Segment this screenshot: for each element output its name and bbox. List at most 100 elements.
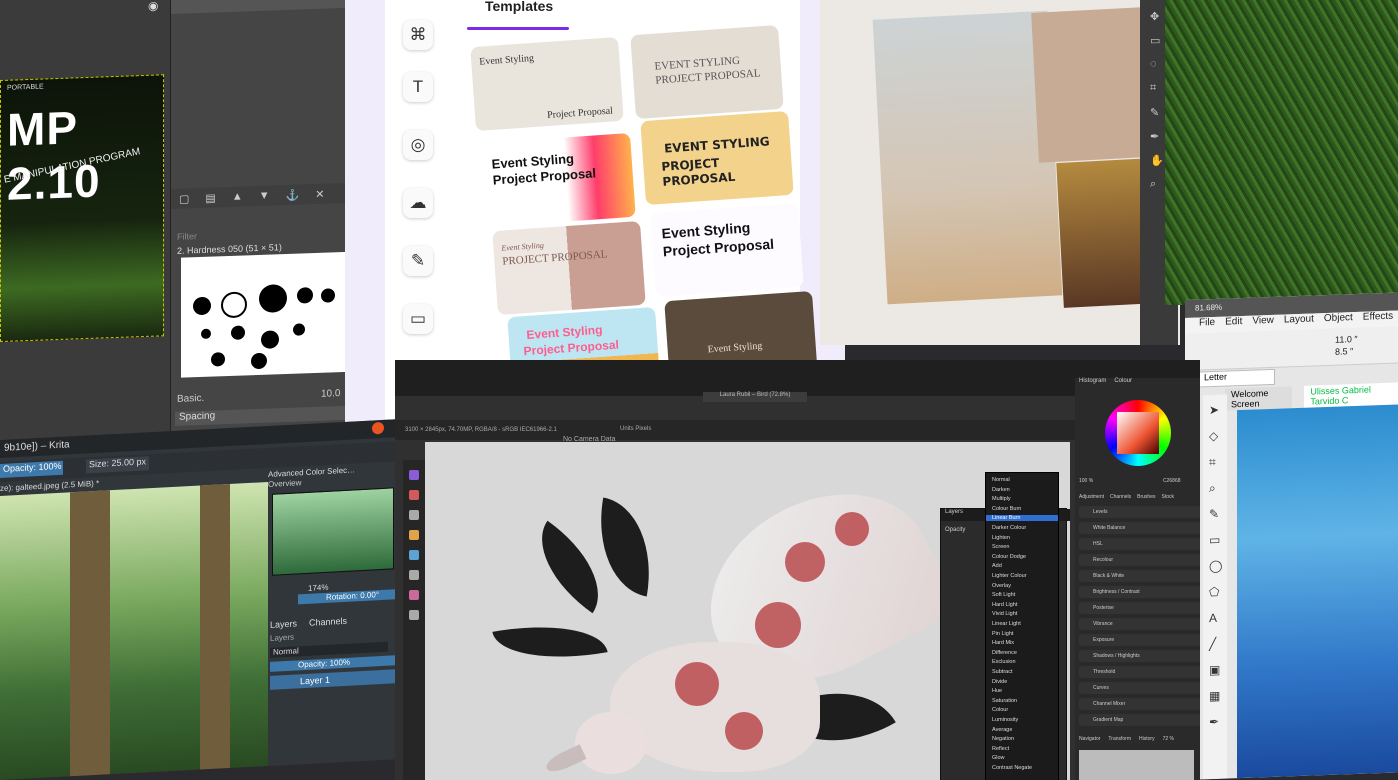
template-card[interactable]: Event Styling Project Proposal xyxy=(650,202,804,298)
document-canvas[interactable] xyxy=(1237,404,1398,779)
page-height[interactable]: 8.5 ″ xyxy=(1335,346,1353,357)
blend-mode-item[interactable]: Vivid Light xyxy=(992,611,1017,617)
adjustment-item[interactable]: Threshold xyxy=(1079,666,1200,678)
move-tool-icon[interactable] xyxy=(409,470,419,480)
draw-icon[interactable]: ✎ xyxy=(403,246,433,276)
freehand-tool-icon[interactable]: ✎ xyxy=(1209,507,1219,521)
adjustment-item[interactable]: Levels xyxy=(1079,506,1200,518)
pen-tool-icon[interactable] xyxy=(409,550,419,560)
shadow-tool-icon[interactable]: ▣ xyxy=(1209,663,1220,677)
tab-history[interactable]: History xyxy=(1139,736,1155,742)
blend-mode-item[interactable]: Overlay xyxy=(992,583,1011,589)
lasso-tool-icon[interactable]: ◌ xyxy=(1150,58,1157,70)
template-card[interactable]: EVENT STYLING PROJECT PROPOSAL xyxy=(630,24,784,120)
brush-grid[interactable] xyxy=(181,251,351,378)
line-tool-icon[interactable]: ╱ xyxy=(1209,637,1216,651)
blend-mode-item[interactable]: Lighter Colour xyxy=(992,573,1027,579)
lower-icon[interactable]: ▼ xyxy=(259,190,270,202)
adjustment-item[interactable]: Black & White xyxy=(1079,570,1200,582)
tab-histogram[interactable]: Histogram xyxy=(1079,378,1106,384)
move-tool-icon[interactable]: ✥ xyxy=(1150,10,1159,23)
colour-hex[interactable]: C26868 xyxy=(1163,478,1181,484)
painting-canvas[interactable] xyxy=(0,481,268,780)
blend-mode-item[interactable]: Soft Light xyxy=(992,592,1015,598)
blend-mode-item[interactable]: Colour Dodge xyxy=(992,554,1026,560)
anchor-icon[interactable]: ⚓ xyxy=(286,188,300,201)
menu-view[interactable]: View xyxy=(1252,315,1274,332)
text-tool-icon[interactable] xyxy=(409,570,419,580)
adjustment-item[interactable]: HSL xyxy=(1079,538,1200,550)
raise-icon[interactable]: ▲ xyxy=(232,191,243,203)
blend-mode-item[interactable]: Hard Light xyxy=(992,602,1017,608)
blend-mode-item[interactable]: Luminosity xyxy=(992,717,1018,723)
blend-mode-item[interactable]: Subtract xyxy=(992,669,1012,675)
adjustment-item[interactable]: Curves xyxy=(1079,682,1200,694)
adjustment-item[interactable]: Brightness / Contrast xyxy=(1079,586,1200,598)
advanced-color-tab[interactable]: Advanced Color Selec… xyxy=(268,465,355,479)
menu-edit[interactable]: Edit xyxy=(1225,316,1242,333)
menu-effects[interactable]: Effects xyxy=(1363,311,1393,328)
tab-transform[interactable]: Transform xyxy=(1108,736,1131,742)
gimp-canvas[interactable]: PORTABLE MP 2.10 E MANIPULATION PROGRAM xyxy=(0,74,164,342)
upload-icon[interactable]: ☁ xyxy=(403,188,433,218)
layer-row[interactable] xyxy=(171,0,371,15)
eyedropper-tool-icon[interactable]: ✒ xyxy=(1209,715,1219,729)
layer-row[interactable]: Layer 1 xyxy=(270,668,415,690)
zoom-tool-icon[interactable]: ⌕ xyxy=(1209,481,1216,496)
blend-mode-item[interactable]: Exclusion xyxy=(992,659,1016,665)
marquee-tool-icon[interactable]: ▭ xyxy=(1150,34,1160,47)
eye-icon[interactable]: ◉ xyxy=(148,0,158,13)
blend-mode-select[interactable]: Normal xyxy=(270,641,388,658)
units-value[interactable]: Pixels xyxy=(635,426,651,432)
fill-tool-icon[interactable] xyxy=(409,530,419,540)
blend-mode-item[interactable]: Reflect xyxy=(992,746,1009,752)
blend-mode-item[interactable]: Pin Light xyxy=(992,631,1013,637)
brand-icon[interactable]: ◎ xyxy=(403,130,433,160)
adjustment-item[interactable]: Shadows / Highlights xyxy=(1079,650,1200,662)
document-title[interactable]: Laura Rubil – Bird (72.8%) xyxy=(703,392,807,402)
blend-mode-item[interactable]: Negation xyxy=(992,736,1014,742)
blend-mode-item[interactable]: Linear Light xyxy=(992,621,1021,627)
adjustment-item[interactable]: Gradient Map xyxy=(1079,714,1200,726)
tab-brushes[interactable]: Brushes xyxy=(1137,494,1155,500)
brush-tool-icon[interactable] xyxy=(409,490,419,500)
blend-mode-item[interactable]: Multiply xyxy=(992,496,1011,502)
zoom-tool-icon[interactable]: ⌕ xyxy=(1150,178,1156,191)
navigator-zoom[interactable]: 72 % xyxy=(1163,736,1174,742)
crop-tool-icon[interactable]: ⌗ xyxy=(1209,455,1216,470)
overview-thumbnail[interactable] xyxy=(272,487,394,576)
units-select[interactable]: Units Pixels xyxy=(620,426,651,432)
new-group-icon[interactable]: ▤ xyxy=(205,191,215,204)
texture-photo[interactable] xyxy=(1031,7,1149,163)
template-card[interactable]: Event Styling Project Proposal xyxy=(470,36,624,132)
adjustment-item[interactable]: White Balance xyxy=(1079,522,1200,534)
adjustment-item[interactable]: Posterise xyxy=(1079,602,1200,614)
clone-tool-icon[interactable] xyxy=(409,590,419,600)
text-tool-icon[interactable]: A xyxy=(1209,611,1217,625)
blend-mode-item[interactable]: Darker Colour xyxy=(992,525,1026,531)
blend-mode-item[interactable]: Average xyxy=(992,727,1012,733)
zoom-level[interactable]: 174% xyxy=(308,583,328,593)
blend-mode-item[interactable]: Hue xyxy=(992,688,1002,694)
adjustment-item[interactable]: Channel Mixer xyxy=(1079,698,1200,710)
template-card[interactable]: EVENT STYLING PROJECT PROPOSAL xyxy=(640,110,794,206)
shape-tool-icon[interactable]: ◇ xyxy=(1209,429,1218,443)
tab-adjustment[interactable]: Adjustment xyxy=(1079,494,1104,500)
new-layer-icon[interactable]: ▢ xyxy=(179,192,189,205)
layer-opacity[interactable]: Opacity xyxy=(945,527,965,533)
tab-channels[interactable]: Channels xyxy=(309,616,347,628)
tab-channels[interactable]: Channels xyxy=(1110,494,1131,500)
template-card[interactable]: Event Styling PROJECT PROPOSAL xyxy=(492,220,646,316)
page-width[interactable]: 11.0 ″ xyxy=(1335,334,1358,345)
menu-object[interactable]: Object xyxy=(1324,312,1353,329)
transparency-tool-icon[interactable]: ▦ xyxy=(1209,689,1220,703)
blend-mode-item[interactable]: Linear Burn xyxy=(986,515,1058,522)
zoom-tool-icon[interactable] xyxy=(409,610,419,620)
colour-triangle[interactable] xyxy=(1117,412,1159,454)
tab-layers[interactable]: Layers xyxy=(270,618,297,629)
tab-colour[interactable]: Colour xyxy=(1114,378,1132,384)
projects-icon[interactable]: ▭ xyxy=(403,304,433,334)
brush-filter[interactable]: Filter xyxy=(171,231,197,242)
template-card[interactable]: Event Styling Project Proposal xyxy=(482,132,636,228)
blend-mode-item[interactable]: Lighten xyxy=(992,535,1010,541)
